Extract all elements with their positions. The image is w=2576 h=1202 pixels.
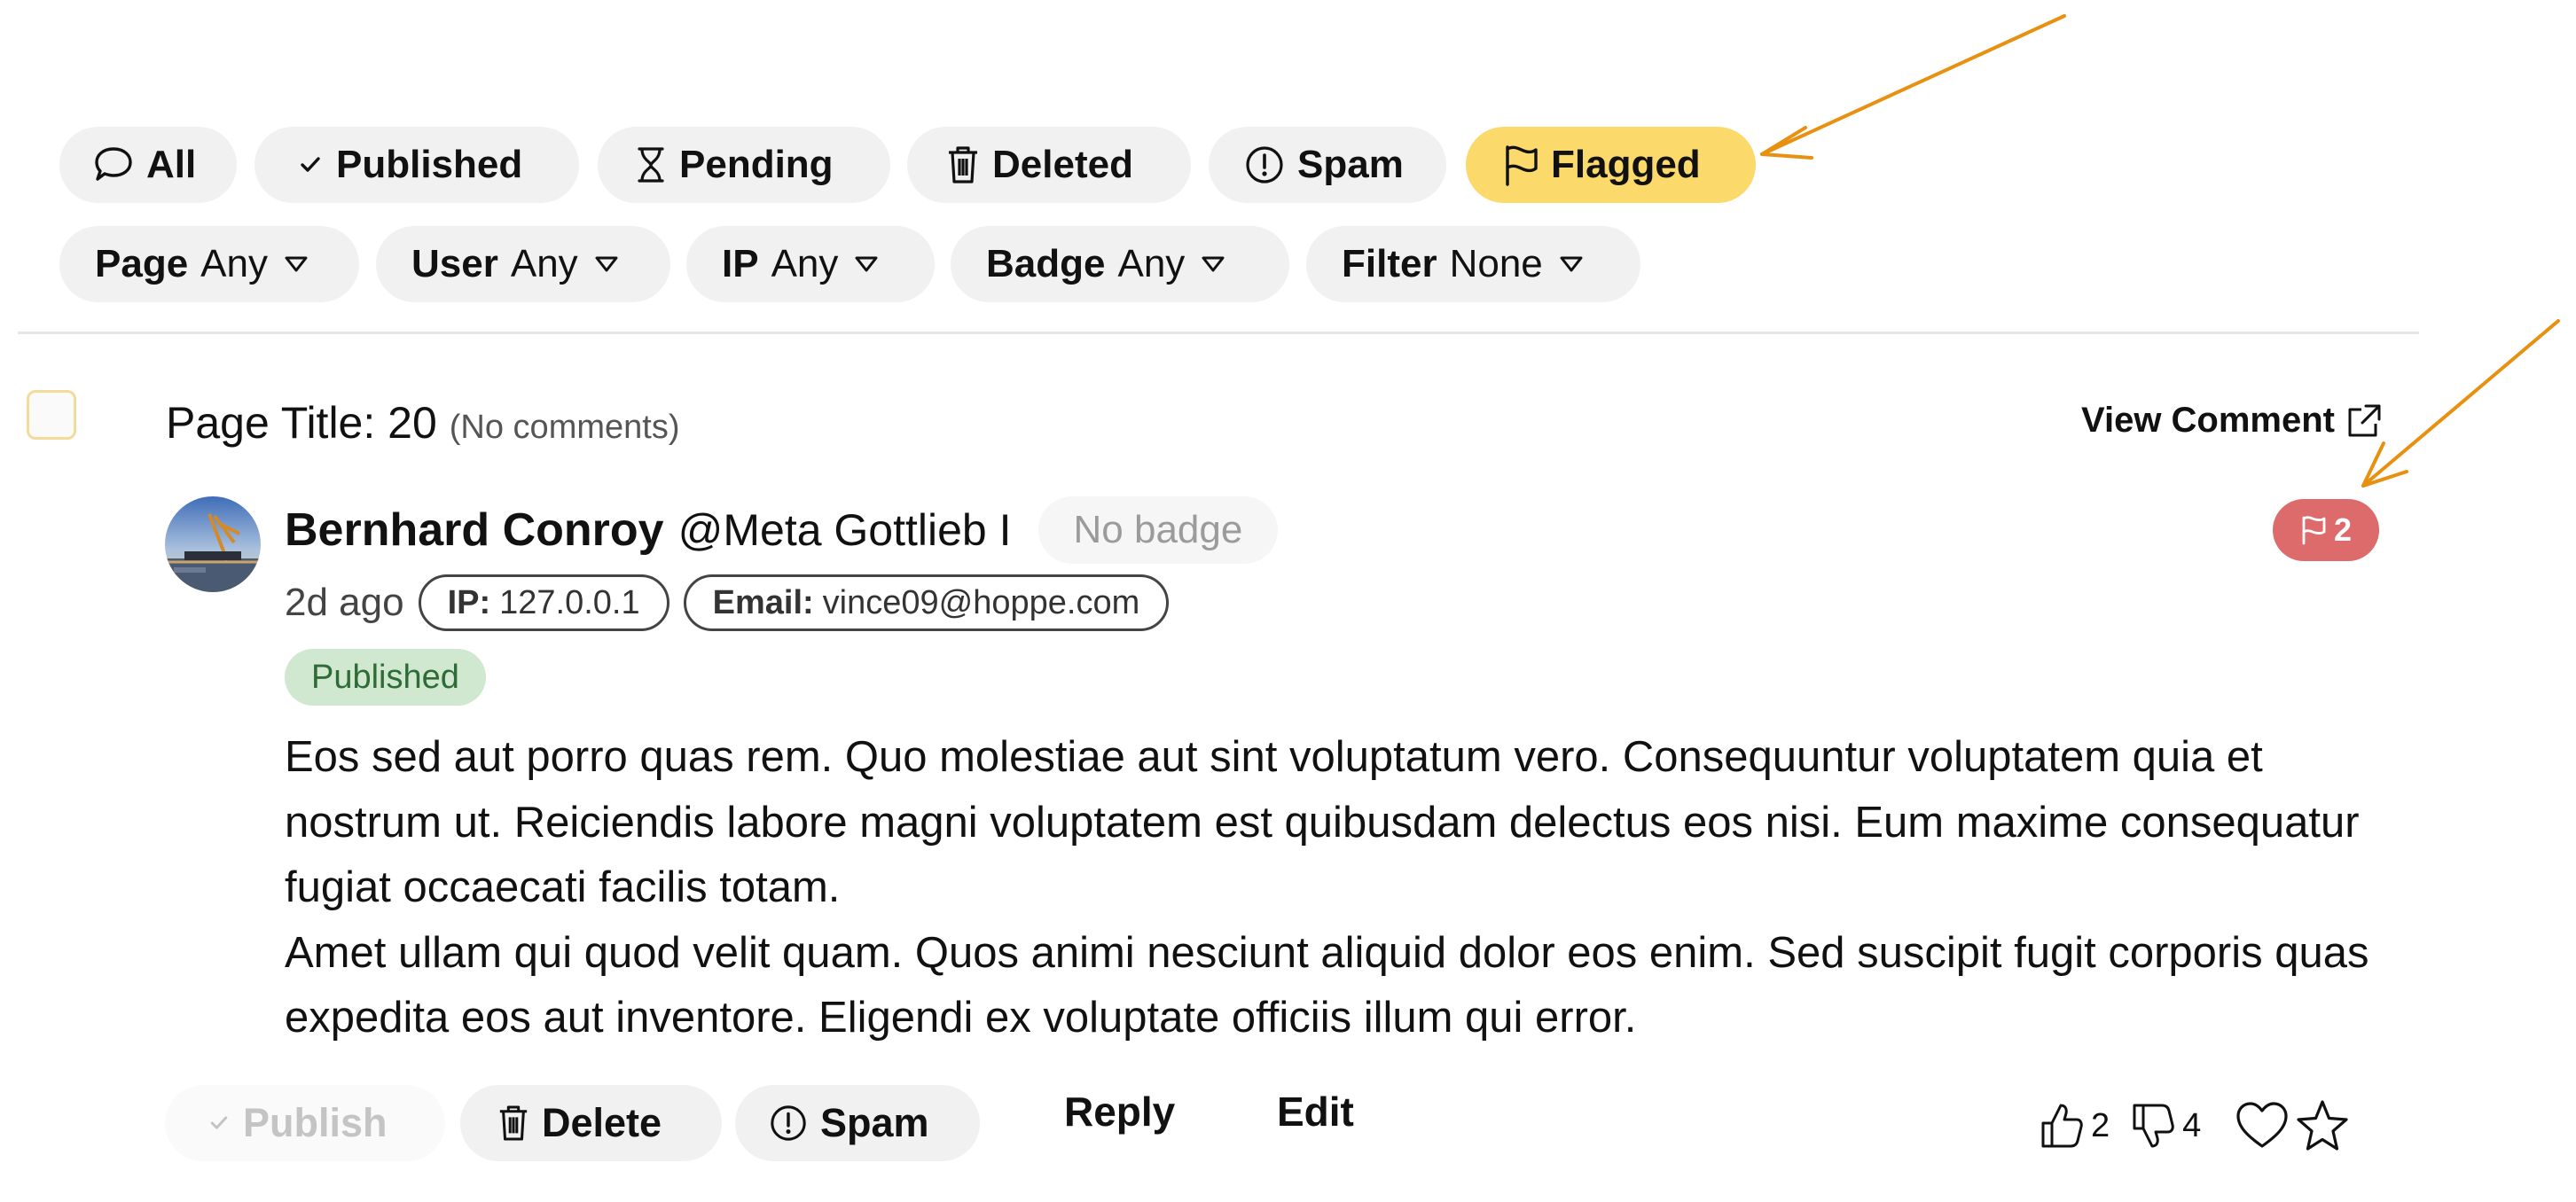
speech-bubble-icon [95,147,132,181]
trash-icon [949,146,977,183]
filter-badge-label: Badge [986,242,1106,285]
caret-down-icon [1560,256,1583,272]
reply-button[interactable]: Reply [1064,1088,1175,1136]
thumbs-up-icon[interactable] [2040,1102,2084,1150]
tab-pending-label: Pending [679,143,834,186]
annotation-arrow [2361,319,2560,488]
filter-user-label: User [411,242,498,285]
downvote-count: 4 [2182,1106,2202,1144]
tab-published[interactable]: Published [254,127,579,203]
tab-spam[interactable]: Spam [1209,127,1446,203]
filter-filter-label: Filter [1342,242,1437,285]
filter-filter-dropdown[interactable]: Filter None [1306,226,1640,302]
filter-filter-value: None [1449,242,1543,285]
filter-ip-dropdown[interactable]: IP Any [686,226,935,302]
filter-ip-label: IP [722,242,759,285]
tab-all-label: All [146,143,197,186]
star-icon[interactable] [2295,1099,2350,1152]
thumbs-down-icon[interactable] [2131,1102,2175,1150]
tab-flagged[interactable]: Flagged [1466,127,1756,203]
tab-pending[interactable]: Pending [598,127,890,203]
author-badge: No badge [1037,496,1279,564]
caret-down-icon [285,256,308,272]
comment-body: Eos sed aut porro quas rem. Quo molestia… [285,725,2395,1051]
author-handle: @Meta Gottlieb I [677,505,1012,555]
email-chip[interactable]: Email: vince09@hoppe.com [683,574,1170,631]
check-icon [210,1116,228,1129]
tab-all[interactable]: All [59,127,237,203]
filter-user-dropdown[interactable]: User Any [376,226,670,302]
tab-published-label: Published [336,143,523,186]
reactions: 2 4 [2040,1095,2350,1157]
filter-page-value: Any [200,242,268,285]
filter-ip-value: Any [771,242,839,285]
annotation-arrow [1760,14,2066,160]
divider [18,332,2419,334]
page-title-text: Page Title: 20 [166,398,437,448]
page-comment-count: (No comments) [449,409,680,446]
delete-label: Delete [542,1100,662,1145]
page-title: Page Title: 20 (No comments) [166,397,679,449]
filter-user-value: Any [510,242,578,285]
publish-label: Publish [243,1100,388,1145]
caret-down-icon [855,256,878,272]
caret-down-icon [1202,256,1225,272]
upvote-count: 2 [2091,1106,2110,1144]
external-link-icon [2348,404,2381,436]
flag-icon [1506,145,1538,186]
filter-page-label: Page [95,242,189,285]
author-name[interactable]: Bernhard Conroy [285,503,664,557]
comment-paragraph: Amet ullam qui quod velit quam. Quos ani… [285,928,2369,1042]
publish-button[interactable]: Publish [165,1085,445,1161]
view-comment-label: View Comment [2081,401,2335,440]
filter-badge-value: Any [1117,242,1186,285]
select-comment-checkbox[interactable] [27,390,76,440]
filter-badge-dropdown[interactable]: Badge Any [951,226,1289,302]
ip-chip[interactable]: IP: 127.0.0.1 [418,574,669,631]
avatar[interactable] [165,496,261,592]
tab-flagged-label: Flagged [1551,143,1701,186]
timestamp: 2d ago [285,581,404,624]
flag-icon [2302,516,2326,545]
comment-author-line: Bernhard Conroy @Meta Gottlieb I No badg… [285,496,1279,564]
email-address: vince09@hoppe.com [822,583,1140,621]
ip-chip-label: IP: [447,583,491,621]
spam-button[interactable]: Spam [735,1085,980,1161]
comment-meta: 2d ago IP: 127.0.0.1 Email: vince09@hopp… [285,573,1170,633]
trash-icon [499,1105,528,1141]
ip-address: 127.0.0.1 [499,583,640,621]
tab-deleted[interactable]: Deleted [907,127,1191,203]
filter-page-dropdown[interactable]: Page Any [59,226,359,302]
check-icon [301,157,320,172]
exclamation-circle-icon [771,1105,806,1141]
heart-icon[interactable] [2235,1100,2290,1151]
tab-deleted-label: Deleted [992,143,1133,186]
spam-label: Spam [820,1100,929,1145]
flag-count: 2 [2333,511,2353,548]
email-chip-label: Email: [712,583,814,621]
status-badge: Published [285,649,486,706]
flag-count-badge[interactable]: 2 [2273,499,2379,561]
exclamation-circle-icon [1246,146,1283,183]
edit-button[interactable]: Edit [1277,1088,1354,1136]
caret-down-icon [595,256,618,272]
view-comment-link[interactable]: View Comment [2081,401,2383,441]
comment-paragraph: Eos sed aut porro quas rem. Quo molestia… [285,733,2360,911]
avatar-photo [165,496,261,592]
hourglass-icon [638,147,664,183]
delete-button[interactable]: Delete [460,1085,722,1161]
tab-spam-label: Spam [1297,143,1404,186]
